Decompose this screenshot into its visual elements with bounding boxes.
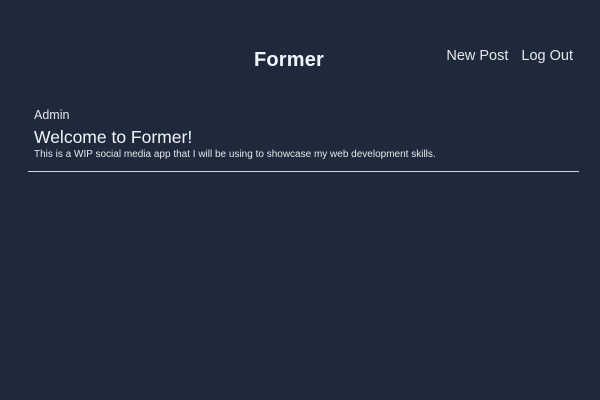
- top-nav: New Post Log Out: [446, 48, 573, 64]
- post-body: This is a WIP social media app that I wi…: [34, 149, 436, 160]
- log-out-link[interactable]: Log Out: [521, 48, 573, 64]
- site-header: Former New Post Log Out: [0, 0, 600, 110]
- new-post-link[interactable]: New Post: [446, 48, 508, 64]
- post-title: Welcome to Former!: [34, 127, 193, 147]
- page: Former New Post Log Out Admin Welcome to…: [0, 0, 600, 400]
- post-card: Admin Welcome to Former! This is a WIP s…: [28, 107, 579, 172]
- post-divider: [28, 171, 579, 172]
- post-author[interactable]: Admin: [34, 107, 579, 124]
